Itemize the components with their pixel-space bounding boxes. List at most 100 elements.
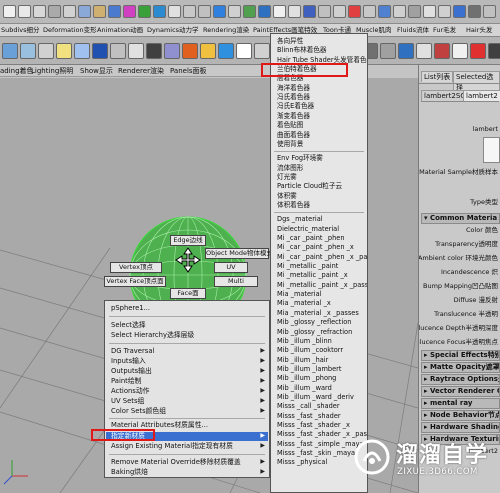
menu-item-remove-material-override[interactable]: Remove Material Override移除材质覆盖: [111, 458, 241, 467]
section-common-material[interactable]: ▾ Common Materia: [421, 213, 500, 224]
shelf-tab-subdivs[interactable]: Subdivs细分: [1, 25, 40, 36]
material-menu-item[interactable]: 各向异性: [277, 37, 303, 46]
shelf-tool-icon[interactable]: [434, 43, 450, 59]
material-menu-item[interactable]: Dgs _material: [277, 215, 323, 224]
section-matte-opacity[interactable]: ▸ Matte Opacity遮罩: [421, 362, 500, 373]
toolbar-button-icon[interactable]: [228, 5, 241, 18]
material-menu-item[interactable]: Particle Cloud粒子云: [277, 182, 342, 191]
toolbar-button-icon[interactable]: [318, 5, 331, 18]
material-menu-item[interactable]: Mi _metallic _paint: [277, 262, 338, 271]
toolbar-button-icon[interactable]: [333, 5, 346, 18]
section-raytrace-options[interactable]: ▸ Raytrace Options光线: [421, 374, 500, 385]
section-node-behavior[interactable]: ▸ Node Behavior节点: [421, 410, 500, 421]
material-menu-item[interactable]: Mib _illum _phong: [277, 374, 336, 383]
toolbar-button-icon[interactable]: [483, 5, 496, 18]
menu-item-outputs[interactable]: Outputs输出: [111, 367, 152, 376]
toolbar-button-icon[interactable]: [63, 5, 76, 18]
toolbar-button-icon[interactable]: [243, 5, 256, 18]
toolbar-button-icon[interactable]: [3, 5, 16, 18]
shelf-tab-rendering[interactable]: Rendering渲染: [203, 25, 249, 36]
toolbar-button-icon[interactable]: [48, 5, 61, 18]
panel-menu-panels[interactable]: Panels面板: [170, 66, 207, 76]
material-menu-item[interactable]: Mi _metallic _paint _x _passes: [277, 281, 367, 290]
material-menu-item[interactable]: Mib _illum _hair: [277, 356, 328, 365]
material-menu-item[interactable]: Mi _metallic _paint _x: [277, 271, 348, 280]
shelf-tool-icon[interactable]: [56, 43, 72, 59]
material-menu-item[interactable]: Misss _fast _simple _maya: [277, 440, 364, 449]
toolbar-button-icon[interactable]: [183, 5, 196, 18]
shelf-tab-dynamics[interactable]: Dynamics动力学: [147, 25, 199, 36]
marking-menu-vertex-face[interactable]: Vertex Face顶点面: [104, 276, 166, 287]
section-hardware-shading[interactable]: ▸ Hardware Shading: [421, 422, 500, 433]
material-menu-item[interactable]: Mi _car _paint _phen: [277, 234, 345, 243]
menu-item-inputs[interactable]: Inputs输入: [111, 357, 146, 366]
material-menu-item[interactable]: Misss _physical: [277, 458, 327, 467]
shelf-tool-icon[interactable]: [218, 43, 234, 59]
toolbar-button-icon[interactable]: [258, 5, 271, 18]
toolbar-button-icon[interactable]: [453, 5, 466, 18]
menu-item-dg-traversal[interactable]: DG Traversal: [111, 347, 154, 356]
material-menu-item[interactable]: Misss _fast _shader: [277, 412, 341, 421]
toolbar-button-icon[interactable]: [153, 5, 166, 18]
toolbar-button-icon[interactable]: [78, 5, 91, 18]
shelf-tool-icon[interactable]: [236, 43, 252, 59]
material-menu-item[interactable]: 体积着色器: [277, 201, 310, 210]
toolbar-button-icon[interactable]: [423, 5, 436, 18]
shelf-tab-hair[interactable]: Hair头发: [466, 25, 492, 36]
material-menu-item[interactable]: 海洋着色器: [277, 84, 310, 93]
toolbar-button-icon[interactable]: [123, 5, 136, 18]
material-menu-item[interactable]: Env Fog环境雾: [277, 154, 323, 163]
material-menu-item[interactable]: Mib _illum _ward _deriv: [277, 393, 354, 402]
toolbar-button-icon[interactable]: [408, 5, 421, 18]
toolbar-button-icon[interactable]: [18, 5, 31, 18]
section-special-effects[interactable]: ▸ Special Effects特别: [421, 350, 500, 361]
material-menu-item[interactable]: Mia _material _x: [277, 299, 331, 308]
material-menu-item[interactable]: Blinn布林着色器: [277, 46, 327, 55]
shelf-tool-icon[interactable]: [470, 43, 486, 59]
shelf-tool-icon[interactable]: [488, 43, 500, 59]
menu-item-assign-existing-material[interactable]: Assign Existing Material指定现有材质: [111, 442, 233, 451]
marking-menu-uv[interactable]: UV: [214, 262, 248, 273]
toolbar-button-icon[interactable]: [273, 5, 286, 18]
menu-item-color-sets[interactable]: Color Sets颜色组: [111, 407, 166, 416]
toolbar-button-icon[interactable]: [363, 5, 376, 18]
material-menu-item[interactable]: Mib _glossy _reflection: [277, 318, 351, 327]
material-menu-item[interactable]: Mib _illum _cooktorr: [277, 346, 343, 355]
menu-item-baking[interactable]: Baking烘焙: [111, 468, 148, 477]
shelf-tool-icon[interactable]: [38, 43, 54, 59]
toolbar-button-icon[interactable]: [33, 5, 46, 18]
toolbar-button-icon[interactable]: [213, 5, 226, 18]
toolbar-button-icon[interactable]: [303, 5, 316, 18]
menu-item-paint[interactable]: Paint绘制: [111, 377, 141, 386]
toolbar-button-icon[interactable]: [348, 5, 361, 18]
menu-item-psphere1[interactable]: pSphere1...: [111, 304, 150, 313]
shelf-tool-icon[interactable]: [74, 43, 90, 59]
toolbar-button-icon[interactable]: [168, 5, 181, 18]
material-menu-item[interactable]: 着色贴图: [277, 121, 303, 130]
material-menu-item[interactable]: Mi _car _paint _phen _x: [277, 243, 354, 252]
menu-item-select-hierarchy[interactable]: Select Hierarchy选择层级: [111, 331, 194, 340]
toolbar-button-icon[interactable]: [288, 5, 301, 18]
material-menu-item[interactable]: Dielectric_material: [277, 225, 339, 234]
menu-item-uv-sets[interactable]: UV Sets组: [111, 397, 144, 406]
material-menu-item[interactable]: 冯氏E着色器: [277, 102, 314, 111]
shelf-tab-fur[interactable]: Fur毛发: [433, 25, 456, 36]
marking-menu-object-mode[interactable]: Object Mode物体模式: [205, 248, 273, 259]
material-menu-item[interactable]: Mia _material: [277, 290, 321, 299]
menu-item-select[interactable]: Select选择: [111, 321, 146, 330]
shelf-tool-icon[interactable]: [182, 43, 198, 59]
marking-menu-edge[interactable]: Edge边线: [170, 235, 206, 246]
menu-item-actions[interactable]: Actions动作: [111, 387, 149, 396]
material-menu-item[interactable]: Mib _illum _lambert: [277, 365, 341, 374]
shelf-tool-icon[interactable]: [164, 43, 180, 59]
material-menu-item[interactable]: Misss _fast _shader _x: [277, 421, 350, 430]
marking-menu-multi[interactable]: Multi: [214, 276, 258, 287]
material-menu-item[interactable]: 曲面着色器: [277, 131, 310, 140]
toolbar-button-icon[interactable]: [93, 5, 106, 18]
shelf-tool-icon[interactable]: [92, 43, 108, 59]
tab-list[interactable]: List列表: [421, 71, 454, 82]
toolbar-button-icon[interactable]: [378, 5, 391, 18]
panel-menu-renderer[interactable]: Renderer渲染: [118, 66, 164, 76]
shelf-tool-icon[interactable]: [398, 43, 414, 59]
material-menu-item[interactable]: 体积雾: [277, 192, 297, 201]
